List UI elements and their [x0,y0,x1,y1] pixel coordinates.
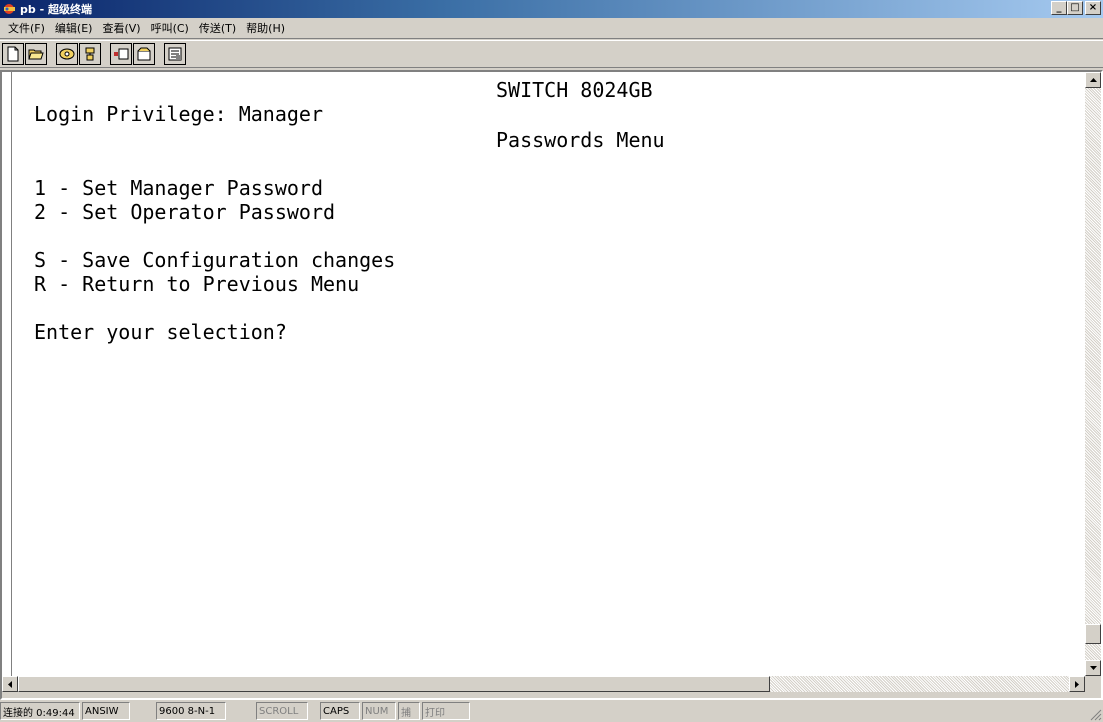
properties-icon [168,47,182,61]
disconnect-button[interactable] [79,43,101,65]
menu-view[interactable]: 查看(V) [97,20,145,36]
terminal-gutter [2,72,12,676]
new-button[interactable] [2,43,24,65]
open-icon [28,49,44,60]
minimize-button[interactable]: _ [1051,1,1067,15]
terminal-line-device: SWITCH 8024GB [496,78,653,102]
status-scroll: SCROLL [256,702,308,720]
terminal-line-privilege: Login Privilege: Manager [34,102,323,126]
menu-help[interactable]: 帮助(H) [241,20,290,36]
terminal-line-option-1: 1 - Set Manager Password [34,176,323,200]
vertical-scroll-thumb[interactable] [1085,624,1101,644]
menu-transfer[interactable]: 传送(T) [194,20,241,36]
receive-button[interactable] [133,43,155,65]
status-connected-time: 连接的 0:49:44 [0,702,80,720]
scroll-down-button[interactable] [1085,660,1101,676]
disconnect-icon [85,47,95,61]
arrow-up-icon [1089,78,1097,82]
status-emulation: ANSIW [82,702,130,720]
terminal-line-option-r: R - Return to Previous Menu [34,272,360,296]
menu-call[interactable]: 呼叫(C) [146,20,194,36]
arrow-down-icon [1089,666,1097,670]
title-bar[interactable]: pb - 超级终端 _ □ × [0,0,1103,18]
receive-icon [137,47,151,61]
call-button[interactable] [56,43,78,65]
status-print: 打印 [422,702,470,720]
terminal-line-option-2: 2 - Set Operator Password [34,200,336,224]
menu-bar: 文件(F) 编辑(E) 查看(V) 呼叫(C) 传送(T) 帮助(H) [0,18,1103,39]
status-bar: 连接的 0:49:44 ANSIW 9600 8-N-1 SCROLL CAPS… [0,700,1103,722]
properties-button[interactable] [164,43,186,65]
maximize-button[interactable]: □ [1067,1,1083,15]
open-button[interactable] [25,43,47,65]
vertical-scrollbar[interactable] [1085,72,1101,676]
arrow-left-icon [8,680,12,688]
window-title: pb - 超级终端 [20,3,92,16]
terminal-line-menu-title: Passwords Menu [496,128,665,152]
terminal-line-option-s: S - Save Configuration changes [34,248,396,272]
status-caps: CAPS [320,702,360,720]
call-icon [59,48,75,60]
status-num: NUM [362,702,396,720]
send-button[interactable] [110,43,132,65]
terminal-line-prompt: Enter your selection? [34,320,287,344]
send-icon [114,48,129,60]
vertical-scroll-track[interactable] [1085,88,1101,660]
toolbar [0,40,1103,68]
horizontal-scrollbar[interactable] [2,676,1085,692]
menu-file[interactable]: 文件(F) [3,20,50,36]
hyperterminal-icon [2,2,17,16]
status-port-settings: 9600 8-N-1 [156,702,226,720]
scroll-right-button[interactable] [1069,676,1085,692]
terminal-screen[interactable]: SWITCH 8024GB Login Privilege: Manager P… [2,72,1085,676]
new-icon [7,46,19,62]
menu-edit[interactable]: 编辑(E) [50,20,98,36]
status-capture: 捕 [398,702,420,720]
scroll-left-button[interactable] [2,676,18,692]
arrow-right-icon [1075,680,1079,688]
close-button[interactable]: × [1085,1,1101,15]
resize-grip-icon[interactable] [1090,709,1102,721]
horizontal-scroll-thumb[interactable] [18,676,770,692]
scroll-up-button[interactable] [1085,72,1101,88]
scrollbar-corner [1085,676,1101,692]
